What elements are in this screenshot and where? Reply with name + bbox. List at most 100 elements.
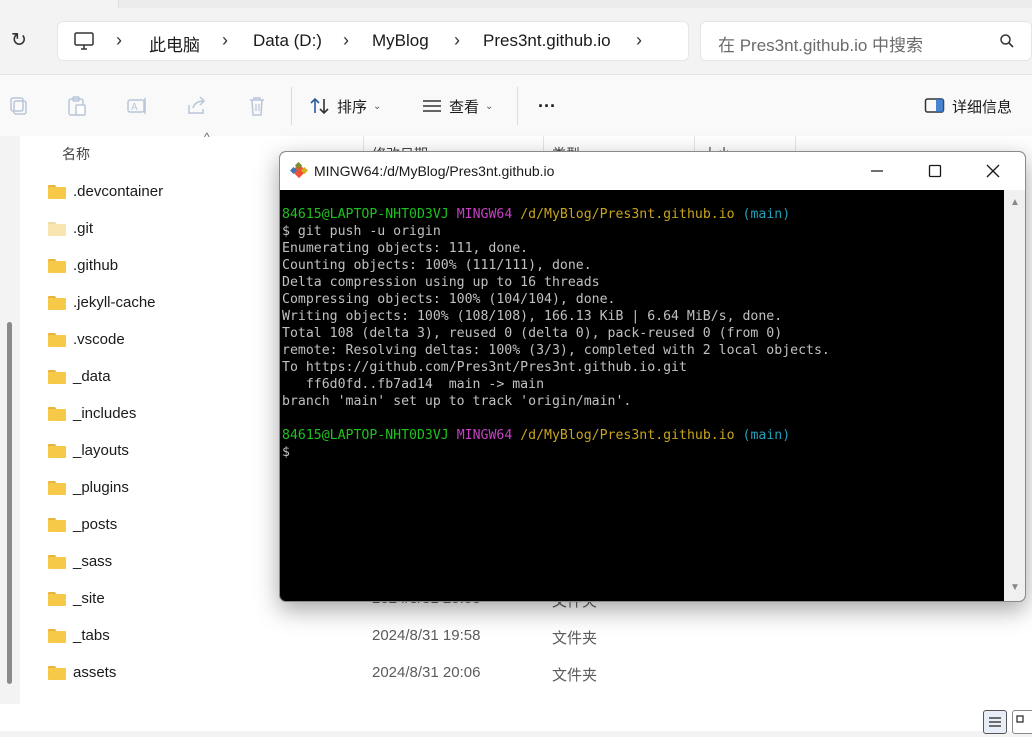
terminal-output[interactable]: 84615@LAPTOP-NHT0D3VJ MINGW64 /d/MyBlog/… [280,190,1004,601]
list-view-icon [989,717,1001,727]
copy-icon[interactable] [8,95,30,117]
delete-icon[interactable] [246,95,268,117]
table-row[interactable]: _tabs 2024/8/31 19:58 文件夹 [20,618,1032,655]
sort-button[interactable]: 排序 ⌄ [309,93,381,119]
folder-icon [48,296,66,310]
folder-icon [48,333,66,347]
prompt-user: 84615@LAPTOP-NHT0D3VJ [282,428,449,443]
breadcrumb-chevron-icon[interactable]: › [343,30,349,51]
output-line: Compressing objects: 100% (104/104), don… [282,292,616,307]
search-icon[interactable] [999,33,1015,49]
folder-icon [48,444,66,458]
folder-icon [48,518,66,532]
terminal-title-bar[interactable]: MINGW64:/d/MyBlog/Pres3nt.github.io [280,152,1025,190]
prompt-path: /d/MyBlog/Pres3nt.github.io [520,207,735,222]
file-name: .vscode [73,331,125,348]
breadcrumb-myblog[interactable]: MyBlog [372,31,429,51]
file-name: _sass [73,553,113,570]
table-row[interactable]: assets 2024/8/31 20:06 文件夹 [20,655,1032,692]
file-name: .git [73,220,94,237]
file-type: 文件夹 [552,630,598,647]
file-name: .devcontainer [73,183,164,200]
file-name: .jekyll-cache [73,294,156,311]
paste-icon[interactable] [66,95,88,117]
output-line: branch 'main' set up to track 'origin/ma… [282,394,632,409]
more-options-button[interactable]: ··· [538,93,556,119]
folder-icon [48,592,66,606]
terminal-window[interactable]: MINGW64:/d/MyBlog/Pres3nt.github.io 8461… [279,151,1026,602]
computer-icon[interactable] [74,32,94,50]
output-line: Delta compression using up to 16 threads [282,275,600,290]
tab-strip [118,0,1032,8]
output-line: Counting objects: 100% (111/111), done. [282,258,592,273]
folder-icon [48,407,66,421]
column-header-name[interactable]: 名称 [62,144,90,176]
file-name: _tabs [73,627,110,644]
output-line: remote: Resolving deltas: 100% (3/3), co… [282,343,830,358]
breadcrumb-chevron-icon[interactable]: › [636,30,642,51]
prompt-branch: (main) [742,428,791,443]
folder-icon [48,185,66,199]
git-bash-icon [290,162,308,179]
prompt-path: /d/MyBlog/Pres3nt.github.io [520,428,735,443]
breadcrumb-this-pc[interactable]: 此电脑 [149,31,200,56]
details-label: 详细信息 [952,98,1013,116]
output-line: To https://github.com/Pres3nt/Pres3nt.gi… [282,360,687,375]
search-input[interactable]: 在 Pres3nt.github.io 中搜索 [700,21,1032,61]
address-row: ↻ › 此电脑 › Data (D:) › MyBlog › Pres3nt.g… [0,8,1032,74]
final-prompt: $ [282,445,290,460]
folder-icon [48,222,66,236]
search-placeholder: 在 Pres3nt.github.io 中搜索 [718,36,924,55]
prompt-env: MINGW64 [456,428,513,443]
window-top-strip [0,0,1032,8]
tiles-view-icon [1016,715,1024,723]
output-line: Enumerating objects: 111, done. [282,241,529,256]
terminal-scrollbar[interactable]: ▲ ▼ [1004,190,1025,601]
chevron-down-icon: ⌄ [485,100,494,112]
folder-icon [48,555,66,569]
scroll-up-icon[interactable]: ▲ [1010,197,1020,208]
breadcrumb-chevron-icon[interactable]: › [454,30,460,51]
folder-icon [48,666,66,680]
file-name: _posts [73,516,118,533]
folder-icon [48,370,66,384]
details-view-button[interactable] [983,710,1007,734]
address-bar[interactable]: › 此电脑 › Data (D:) › MyBlog › Pres3nt.git… [57,21,689,61]
breadcrumb-chevron-icon[interactable]: › [116,30,122,51]
tiles-view-button[interactable] [1012,710,1032,734]
toolbar-divider [517,87,518,125]
close-icon[interactable] [982,160,1004,182]
view-button[interactable]: 查看 ⌄ [421,93,493,119]
file-name: _site [73,590,105,607]
prompt-env: MINGW64 [456,207,513,222]
sort-up-icon: ^ [204,130,210,144]
terminal-command: $ git push -u origin [282,224,441,239]
view-icon [423,100,441,112]
nav-scrollbar[interactable] [7,322,12,684]
view-label: 查看 [449,98,480,116]
minimize-icon[interactable] [866,160,888,182]
breadcrumb-chevron-icon[interactable]: › [222,30,228,51]
navigation-pane [0,136,20,704]
toolbar-divider [291,87,292,125]
share-icon[interactable] [186,95,208,117]
details-pane-button[interactable]: 详细信息 [924,93,1012,119]
details-pane-icon [924,98,945,113]
command-bar: A 排序 ⌄ 查看 ⌄ ··· 详细信息 [0,74,1032,137]
refresh-icon[interactable]: ↻ [8,30,30,52]
maximize-icon[interactable] [924,160,946,182]
status-bar [0,704,1032,734]
breadcrumb-current-folder[interactable]: Pres3nt.github.io [483,31,611,51]
file-type: 文件夹 [552,667,598,684]
output-line: Writing objects: 100% (108/108), 166.13 … [282,309,783,324]
file-name: _data [73,368,111,385]
file-name: _plugins [73,479,129,496]
breadcrumb-drive-d[interactable]: Data (D:) [253,31,322,51]
terminal-text: 84615@LAPTOP-NHT0D3VJ MINGW64 /d/MyBlog/… [282,206,830,461]
sort-label: 排序 [337,98,368,116]
file-name: _layouts [73,442,129,459]
file-name: assets [73,664,117,681]
folder-icon [48,629,66,643]
scroll-down-icon[interactable]: ▼ [1010,582,1020,593]
rename-icon[interactable]: A [126,95,148,117]
